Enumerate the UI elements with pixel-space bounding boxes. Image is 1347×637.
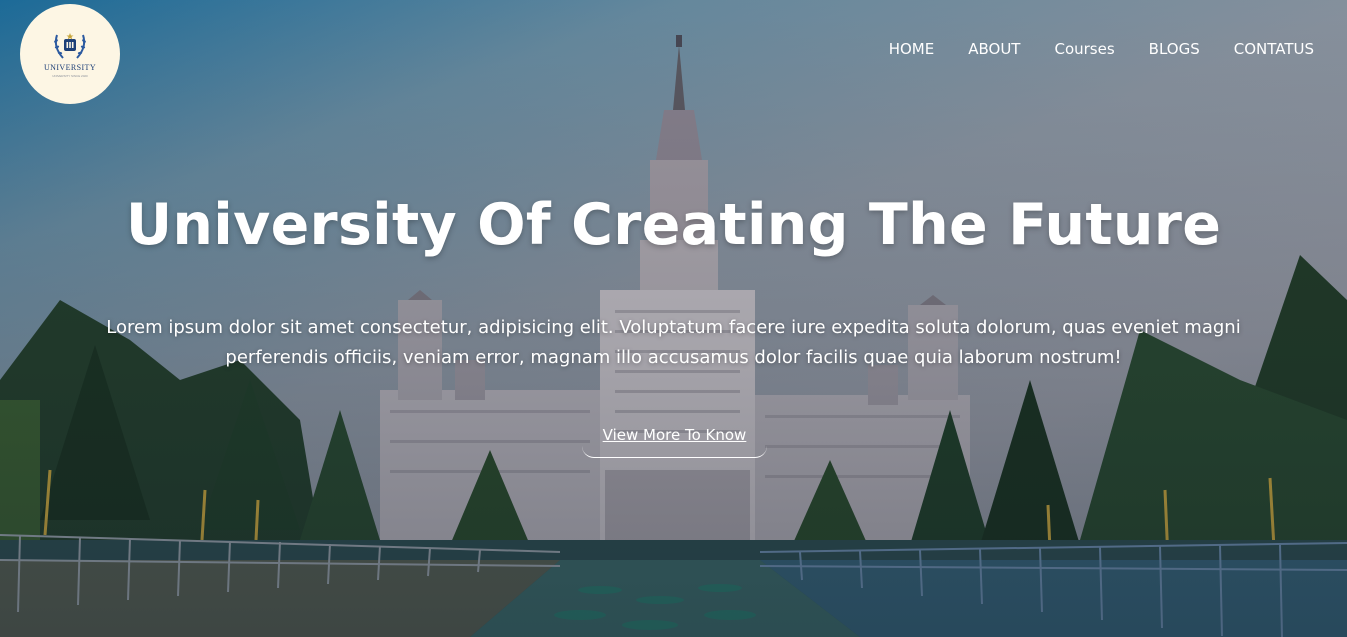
hero-section: UNIVERSITY UNIVERSITY SINCE 2020 HOME AB… [0, 0, 1347, 637]
main-navigation: HOME ABOUT Courses BLOGS CONTATUS [889, 40, 1314, 58]
nav-link-contact[interactable]: CONTATUS [1234, 40, 1314, 58]
hero-description: Lorem ipsum dolor sit amet consectetur, … [106, 317, 1241, 368]
nav-link-about[interactable]: ABOUT [968, 40, 1020, 58]
laurel-crest-icon [54, 32, 86, 59]
nav-link-home[interactable]: HOME [889, 40, 935, 58]
logo-name: UNIVERSITY [44, 62, 96, 72]
view-more-button[interactable]: View More To Know [582, 420, 767, 458]
hero-title: University Of Creating The Future [125, 192, 1222, 258]
nav-link-blogs[interactable]: BLOGS [1149, 40, 1200, 58]
nav-link-courses[interactable]: Courses [1054, 40, 1114, 58]
logo-tagline: UNIVERSITY SINCE 2020 [52, 73, 88, 78]
university-logo[interactable]: UNIVERSITY UNIVERSITY SINCE 2020 [20, 4, 120, 104]
